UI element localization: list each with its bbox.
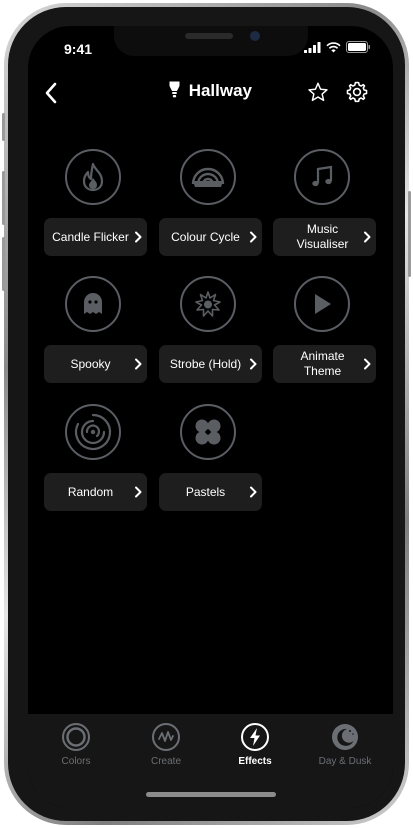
chevron-right-icon bbox=[129, 486, 147, 498]
battery-icon bbox=[346, 41, 370, 53]
page-title: Hallway bbox=[28, 81, 393, 101]
home-indicator bbox=[146, 792, 276, 797]
effect-label: Strobe (Hold) bbox=[169, 356, 242, 371]
star-icon bbox=[308, 82, 328, 102]
effect-label: Pastels bbox=[185, 484, 226, 499]
lightning-icon bbox=[240, 722, 270, 752]
notch bbox=[114, 26, 308, 56]
strobe-burst-icon bbox=[195, 291, 221, 317]
effect-icon-circle bbox=[180, 149, 236, 205]
effect-button[interactable]: Spooky bbox=[44, 345, 147, 383]
effect-button[interactable]: Pastels bbox=[159, 473, 262, 511]
effect-button[interactable]: Animate Theme bbox=[273, 345, 376, 383]
bulb-icon bbox=[169, 81, 180, 98]
effect-button[interactable]: Random bbox=[44, 473, 147, 511]
rainbow-icon bbox=[191, 167, 225, 187]
effect-button[interactable]: Colour Cycle bbox=[159, 218, 262, 256]
signal-icon bbox=[304, 41, 321, 53]
effect-label: Colour Cycle bbox=[171, 229, 240, 244]
effect-icon-circle bbox=[65, 276, 121, 332]
random-spiral-icon bbox=[74, 413, 112, 451]
effect-label: Animate Theme bbox=[300, 349, 345, 378]
effect-button[interactable]: Music Visualiser bbox=[273, 218, 376, 256]
wifi-icon bbox=[326, 41, 341, 52]
effect-button[interactable]: Candle Flicker bbox=[44, 218, 147, 256]
create-wave-icon bbox=[151, 722, 181, 752]
tab-label: Day & Dusk bbox=[318, 756, 372, 767]
moon-icon bbox=[330, 722, 360, 752]
tab-colors[interactable]: Colors bbox=[41, 722, 111, 767]
tab-label: Create bbox=[150, 756, 181, 767]
nav-header: Hallway bbox=[28, 72, 393, 112]
status-icons bbox=[304, 41, 371, 53]
chevron-right-icon bbox=[244, 358, 262, 370]
tab-label: Effects bbox=[238, 756, 272, 767]
chevron-right-icon bbox=[358, 358, 376, 370]
tab-create[interactable]: Create bbox=[131, 722, 201, 767]
effect-icon-circle bbox=[294, 149, 350, 205]
favorite-button[interactable] bbox=[303, 77, 333, 107]
volume-up-button bbox=[2, 171, 5, 225]
power-button bbox=[408, 191, 411, 277]
front-camera bbox=[250, 31, 260, 41]
effect-icon-circle bbox=[180, 276, 236, 332]
chevron-right-icon bbox=[129, 231, 147, 243]
volume-down-button bbox=[2, 237, 5, 291]
effect-icon-circle bbox=[65, 149, 121, 205]
effect-label: Spooky bbox=[70, 356, 111, 371]
chevron-right-icon bbox=[244, 231, 262, 243]
flame-icon bbox=[82, 162, 104, 192]
effect-icon-circle bbox=[180, 404, 236, 460]
tab-label: Colors bbox=[61, 756, 91, 767]
phone-frame: 9:41 Hallway Candle Flicker Colour Cycle… bbox=[2, 3, 411, 825]
chevron-right-icon bbox=[244, 486, 262, 498]
colors-ring-icon bbox=[61, 722, 91, 752]
silent-switch bbox=[2, 113, 5, 141]
effect-label: Music Visualiser bbox=[296, 222, 349, 251]
page-title-text: Hallway bbox=[188, 81, 253, 100]
gear-icon bbox=[346, 81, 368, 103]
music-note-icon bbox=[312, 165, 333, 187]
status-time: 9:41 bbox=[64, 41, 93, 57]
effect-icon-circle bbox=[65, 404, 121, 460]
tab-day-dusk[interactable]: Day & Dusk bbox=[310, 722, 380, 767]
settings-button[interactable] bbox=[342, 77, 372, 107]
effect-button[interactable]: Strobe (Hold) bbox=[159, 345, 262, 383]
ghost-icon bbox=[84, 293, 102, 314]
effect-label: Random bbox=[67, 484, 114, 499]
chevron-right-icon bbox=[129, 358, 147, 370]
effect-icon-circle bbox=[294, 276, 350, 332]
screen: 9:41 Hallway Candle Flicker Colour Cycle… bbox=[28, 26, 393, 808]
effect-label: Candle Flicker bbox=[52, 229, 129, 244]
tab-effects[interactable]: Effects bbox=[220, 722, 290, 767]
chevron-right-icon bbox=[358, 231, 376, 243]
petals-icon bbox=[195, 419, 221, 445]
play-icon bbox=[315, 294, 331, 314]
speaker-grille bbox=[185, 33, 233, 39]
